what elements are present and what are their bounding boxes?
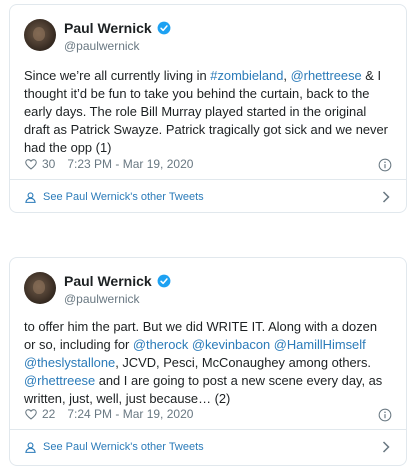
author-row: Paul Wernick <box>64 273 171 289</box>
author-handle[interactable]: @paulwernick <box>64 292 140 306</box>
tweet-text-segment: draft as Patrick Swayze. Patrick tragica… <box>24 122 388 137</box>
tweet-text-segment: or so, including for <box>24 337 133 352</box>
see-other-tweets-link[interactable]: See Paul Wernick's other Tweets <box>10 430 406 464</box>
author-name[interactable]: Paul Wernick <box>64 273 152 289</box>
tweet-text-segment: Since we’re all currently living in <box>24 68 211 83</box>
tweet-text-line: @rhettreese and I are going to post a ne… <box>24 372 396 390</box>
info-icon[interactable] <box>378 158 392 172</box>
tweet-text-segment: written, just, well, just because… (2) <box>24 391 231 406</box>
tweet-text-segment: to offer him the part. But we did WRITE … <box>24 319 377 334</box>
tweet-text-segment: , JCVD, Pesci, McConaughey among others. <box>115 355 371 370</box>
mention-link[interactable]: @kevinbacon <box>192 337 270 352</box>
tweet-text-segment: and I are going to post a new scene ever… <box>95 373 383 388</box>
tweet-text-line: early days. The role Bill Murray played … <box>24 103 396 121</box>
chevron-right-icon <box>382 191 390 203</box>
mention-link[interactable]: @HamillHimself <box>274 337 366 352</box>
tweet-meta: 30 7:23 PM - Mar 19, 2020 <box>24 155 193 173</box>
mention-link[interactable]: @rhettreese <box>291 68 362 83</box>
timestamp[interactable]: 7:23 PM - Mar 19, 2020 <box>67 157 193 171</box>
tweet-text-segment: , <box>283 68 291 83</box>
see-other-tweets-link[interactable]: See Paul Wernick's other Tweets <box>10 180 406 214</box>
tweet-text: Since we’re all currently living in #zom… <box>24 67 396 157</box>
tweet-text: to offer him the part. But we did WRITE … <box>24 318 396 408</box>
tweet-text-segment: thought it’d be fun to take you behind t… <box>24 86 370 101</box>
verified-badge-icon <box>157 274 171 288</box>
tweet-text-segment: & I <box>361 68 382 83</box>
tweet-text-line: draft as Patrick Swayze. Patrick tragica… <box>24 121 396 139</box>
timestamp[interactable]: 7:24 PM - Mar 19, 2020 <box>67 407 193 421</box>
tweet-text-segment: early days. The role Bill Murray played … <box>24 104 367 119</box>
tweet-card: Paul Wernick @paulwernick Since we’re al… <box>9 4 407 213</box>
tweet-text-line: or so, including for @therock @kevinbaco… <box>24 336 396 354</box>
tweet-text-line: to offer him the part. But we did WRITE … <box>24 318 396 336</box>
author-name[interactable]: Paul Wernick <box>64 20 152 36</box>
like-count[interactable]: 22 <box>42 407 55 421</box>
chevron-right-icon <box>382 441 390 453</box>
author-handle[interactable]: @paulwernick <box>64 39 140 53</box>
hashtag-link[interactable]: #zombieland <box>210 68 283 83</box>
user-icon <box>25 441 36 453</box>
tweet-text-line: @theslystallone, JCVD, Pesci, McConaughe… <box>24 354 396 372</box>
heart-icon[interactable] <box>24 407 38 421</box>
heart-icon[interactable] <box>24 157 38 171</box>
avatar[interactable] <box>24 19 56 51</box>
see-other-tweets-label: See Paul Wernick's other Tweets <box>43 191 204 203</box>
tweet-meta: 22 7:24 PM - Mar 19, 2020 <box>24 405 193 423</box>
mention-link[interactable]: @therock <box>133 337 188 352</box>
tweet-text-line: Since we’re all currently living in #zom… <box>24 67 396 85</box>
verified-badge-icon <box>157 21 171 35</box>
see-other-tweets-label: See Paul Wernick's other Tweets <box>43 441 204 453</box>
author-row: Paul Wernick <box>64 20 171 36</box>
avatar[interactable] <box>24 272 56 304</box>
like-count[interactable]: 30 <box>42 157 55 171</box>
mention-link[interactable]: @rhettreese <box>24 373 95 388</box>
mention-link[interactable]: @theslystallone <box>24 355 115 370</box>
tweet-text-line: thought it’d be fun to take you behind t… <box>24 85 396 103</box>
tweet-text-segment: had the opp (1) <box>24 140 112 155</box>
tweet-card: Paul Wernick @paulwernick to offer him t… <box>9 257 407 466</box>
user-icon <box>25 191 36 203</box>
info-icon[interactable] <box>378 408 392 422</box>
